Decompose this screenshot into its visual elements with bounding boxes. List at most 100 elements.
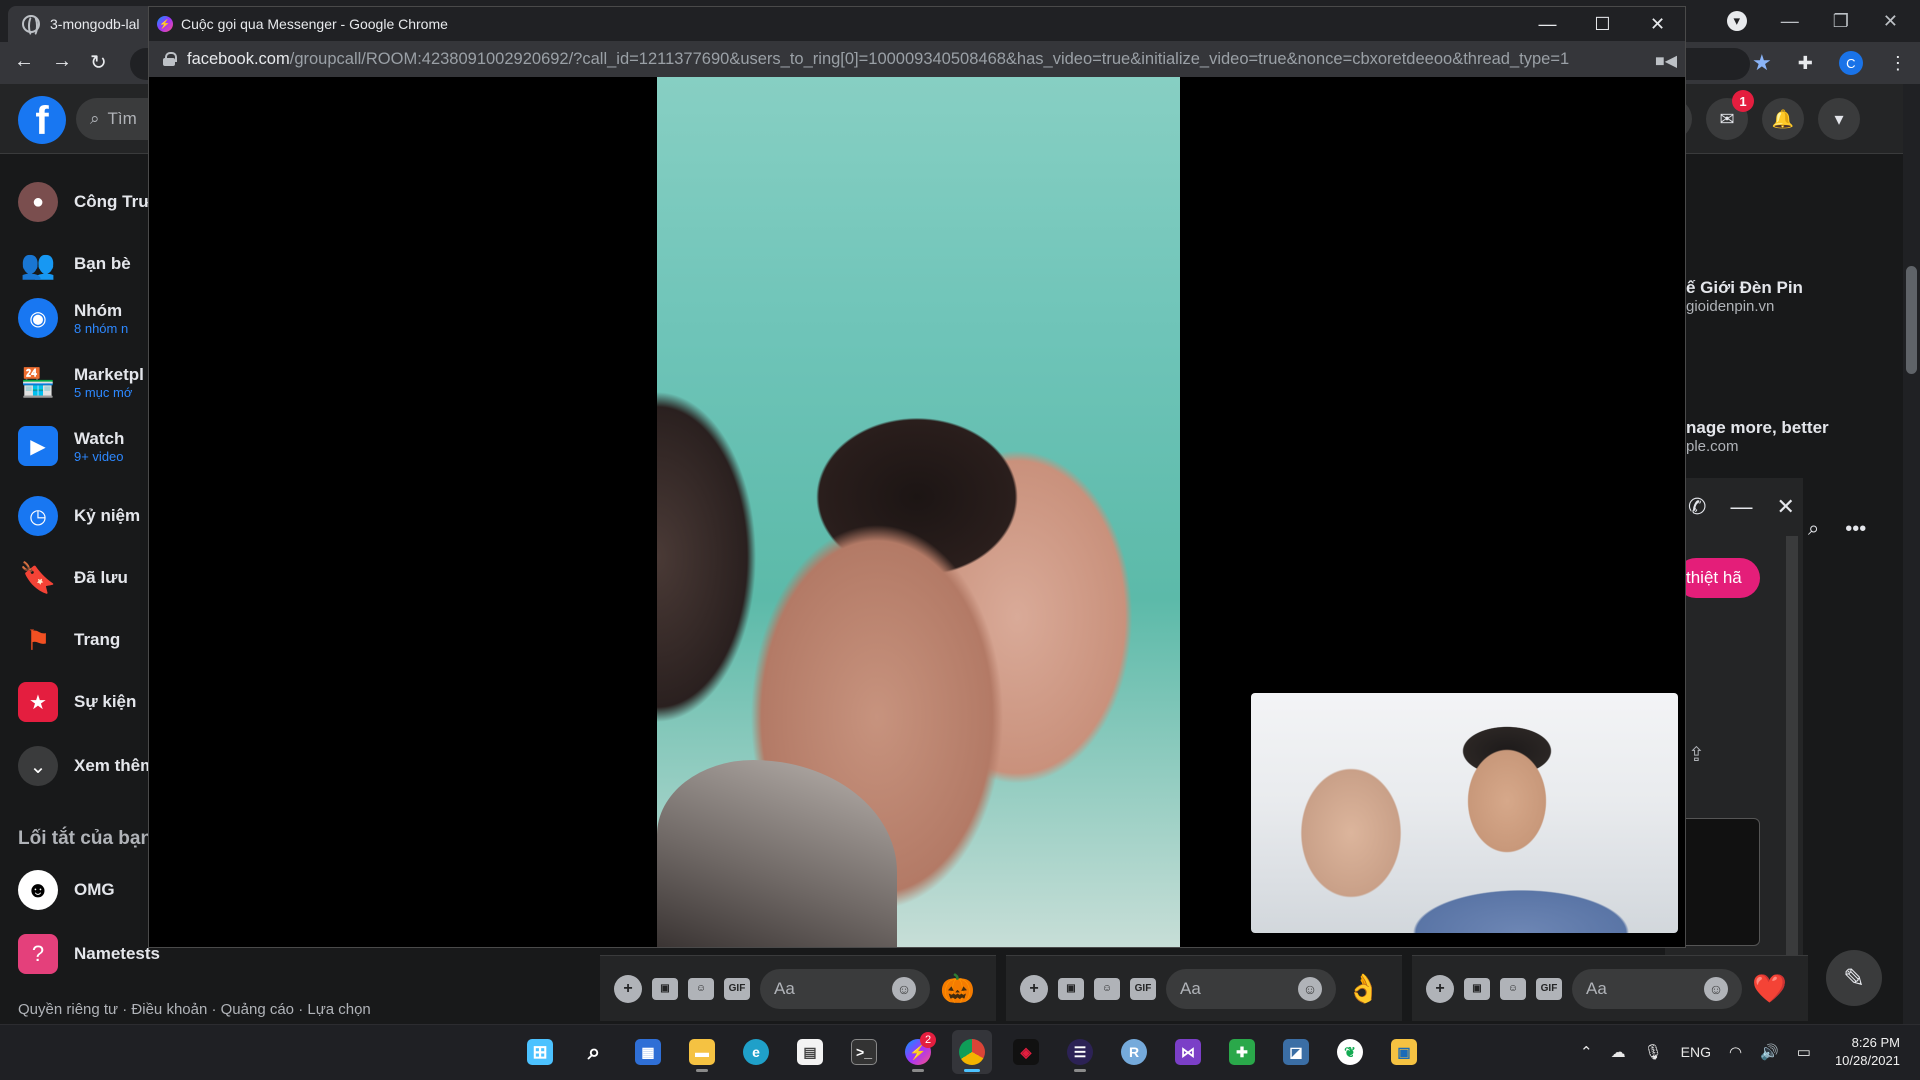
messenger-icon[interactable]: ✉ 1 [1706,90,1754,140]
close-icon[interactable]: ✕ [1630,7,1685,41]
forward-arrow-icon[interactable]: → [52,50,72,75]
photo-icon[interactable]: ▣ [1058,977,1084,1000]
emoji-icon[interactable]: ☺ [1704,976,1728,1001]
shortcuts-heading: Lối tắt của bạn [18,828,153,849]
sidebar-item-saved[interactable]: 🔖 Đã lưu [18,558,128,598]
shortcut-nametests[interactable]: ? Nametests [18,934,160,974]
restore-icon[interactable]: ❐ [1833,11,1849,32]
sidebar-item-events[interactable]: ★ Sự kiện [18,682,136,722]
sponsored-ad-1[interactable]: ế Giới Đèn Pin gioidenpin.vn [1686,278,1803,315]
tab-search-icon[interactable]: ▾ [1726,11,1747,31]
chat-message-input[interactable]: Aa ☺ [1166,968,1336,1009]
taskbar-search[interactable]: ⌕ [574,1030,614,1074]
start-button[interactable]: ⊞ [520,1030,560,1074]
account-chevron-down-icon[interactable]: ▾ [1818,98,1860,140]
minimize-icon[interactable]: — [1520,7,1575,41]
sidebar-item-memories[interactable]: ◷ Kỷ niệm [18,496,140,536]
sticker-icon[interactable]: ☺ [1500,977,1526,1000]
photo-icon[interactable]: ▣ [652,977,678,1000]
extensions-puzzle-icon[interactable]: ✚ [1798,53,1813,74]
emoji-icon[interactable]: ☺ [892,976,916,1001]
bookmark-star-icon[interactable]: ★ [1752,50,1772,76]
taskbar-file-explorer[interactable]: ▬ [682,1030,722,1074]
chat-message-bubble: thiệt hã [1676,558,1760,598]
quick-reaction-pumpkin-icon[interactable]: 🎃 [940,972,975,1005]
sidebar-item-see-more[interactable]: ⌄ Xem thêm [18,746,155,786]
sidebar-item-pages[interactable]: ⚑ Trang [18,620,120,660]
taskbar-app-yellow[interactable]: ▣ [1384,1030,1424,1074]
sidebar-item-groups[interactable]: ◉ Nhóm 8 nhóm n [18,298,128,338]
taskbar-sql-tool[interactable]: ◪ [1276,1030,1316,1074]
taskbar-chrome[interactable] [952,1030,992,1074]
photo-icon[interactable]: ▣ [1464,977,1490,1000]
taskbar-task-view[interactable]: ▦ [628,1030,668,1074]
minimize-icon[interactable]: — [1781,11,1799,32]
gif-icon[interactable]: GIF [1536,977,1562,1000]
background-tab[interactable]: 3-mongodb-lal [8,6,158,42]
chat-scrollbar[interactable] [1786,536,1798,956]
sticker-icon[interactable]: ☺ [688,977,714,1000]
groups-icon: ◉ [18,298,58,338]
phone-call-icon[interactable]: ✆ [1688,494,1706,520]
back-arrow-icon[interactable]: ← [14,50,34,75]
popup-address-bar[interactable]: facebook.com/groupcall/ROOM:423809100292… [149,41,1685,77]
emoji-icon[interactable]: ☺ [1298,976,1322,1001]
shortcut-omg[interactable]: ☻ OMG [18,870,115,910]
taskbar-rstudio[interactable]: R [1114,1030,1154,1074]
search-icon[interactable]: ⌕ [1808,518,1819,541]
chat-message-input[interactable]: Aa ☺ [1572,968,1742,1009]
wifi-icon[interactable]: ◠ [1729,1043,1742,1061]
close-chat-icon[interactable]: ✕ [1776,494,1794,520]
taskbar-eclipse[interactable]: ☰ [1060,1030,1100,1074]
facebook-logo-icon[interactable]: f [18,96,66,144]
more-options-icon[interactable]: ••• [1845,518,1866,541]
page-scrollbar-thumb[interactable] [1906,266,1917,374]
profile-avatar-icon[interactable]: C [1838,51,1863,75]
input-language[interactable]: ENG [1681,1044,1711,1060]
minimize-chat-icon[interactable]: — [1730,494,1752,520]
self-view-video[interactable] [1251,693,1678,933]
taskbar-visual-studio[interactable]: ⋈ [1168,1030,1208,1074]
gif-icon[interactable]: GIF [1130,977,1156,1000]
taskbar-messenger[interactable]: ⚡ 2 [898,1030,938,1074]
sticker-icon[interactable]: ☺ [1094,977,1120,1000]
maximize-icon[interactable]: ☐ [1575,7,1630,41]
sponsored-ad-2[interactable]: nage more, better ple.com [1686,418,1829,455]
chat-message-input[interactable]: Aa ☺ [760,968,930,1009]
add-plus-icon[interactable]: + [614,974,642,1003]
volume-icon[interactable]: 🔊 [1760,1043,1779,1061]
close-icon[interactable]: ✕ [1883,11,1898,32]
sidebar-item-label: Nhóm [74,300,123,320]
quick-reaction-heart-icon[interactable]: ❤️ [1752,972,1787,1005]
taskbar-edge[interactable]: e [736,1030,776,1074]
gif-icon[interactable]: GIF [724,977,750,1000]
chevron-up-icon[interactable]: ⌃ [1580,1043,1593,1061]
taskbar-mongodb[interactable]: ❦ [1330,1030,1370,1074]
page-scrollbar[interactable] [1903,84,1920,1024]
onedrive-cloud-icon[interactable]: ☁ [1611,1043,1626,1061]
reload-icon[interactable]: ↻ [90,50,107,75]
sidebar-item-watch[interactable]: ▶ Watch 9+ video [18,426,124,466]
facebook-footer-links[interactable]: Quyền riêng tư · Điều khoản · Quảng cáo … [18,1001,371,1018]
notifications-bell-icon[interactable]: 🔔 [1762,98,1804,140]
eclipse-icon: ☰ [1067,1039,1093,1065]
quick-reaction-ok-hand-icon[interactable]: 👌 [1346,972,1381,1005]
camera-in-use-icon[interactable]: ■◀ [1655,51,1677,71]
kebab-menu-icon[interactable]: ⋮ [1889,53,1907,74]
sidebar-item-profile[interactable]: ● Công Trư [18,182,151,222]
sidebar-item-friends[interactable]: 👥 Bạn bè [18,244,131,284]
taskbar-store[interactable]: ▤ [790,1030,830,1074]
taskbar-tool[interactable]: ✚ [1222,1030,1262,1074]
microphone-icon[interactable]: 🎙 [1644,1043,1663,1061]
new-message-compose-icon[interactable]: ✎ [1826,950,1882,1006]
add-plus-icon[interactable]: + [1020,974,1048,1003]
running-indicator [964,1069,980,1072]
sidebar-item-marketplace[interactable]: 🏪 Marketpl 5 mục mớ [18,362,144,402]
battery-icon[interactable]: ▭ [1797,1043,1811,1061]
clock[interactable]: 8:26 PM 10/28/2021 [1835,1034,1900,1070]
taskbar-garena[interactable]: ◈ [1006,1030,1046,1074]
input-placeholder: Aa [774,978,795,998]
add-plus-icon[interactable]: + [1426,974,1454,1003]
taskbar-terminal[interactable]: >_ [844,1030,884,1074]
share-icon[interactable]: ⇪ [1688,742,1705,767]
